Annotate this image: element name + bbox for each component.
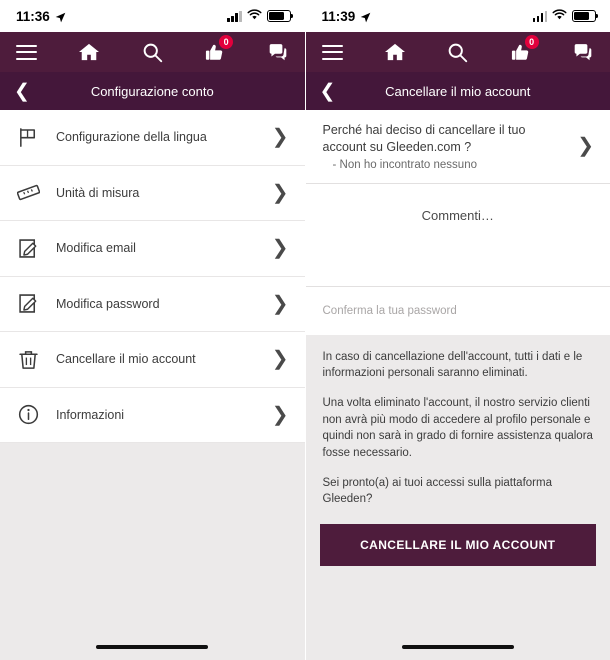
- back-chevron-icon[interactable]: ❮: [320, 82, 342, 101]
- password-placeholder: Conferma la tua password: [322, 304, 457, 317]
- deletion-info-block: In caso di cancellazione dell'account, t…: [305, 334, 610, 519]
- sidebar-item-language[interactable]: Configurazione della lingua ❯: [0, 110, 305, 166]
- likes-badge: 0: [524, 34, 539, 49]
- edit-email-icon: [17, 237, 49, 260]
- status-time: 11:39: [321, 8, 356, 24]
- location-arrow-icon: [360, 11, 371, 22]
- status-right: [227, 7, 293, 25]
- chevron-right-icon: ❯: [271, 126, 289, 149]
- status-left: 11:39: [322, 9, 372, 24]
- page-header: ❮ Configurazione conto: [0, 72, 305, 110]
- battery-icon: [572, 10, 599, 22]
- sidebar-item-label: Unità di misura: [56, 185, 140, 200]
- location-arrow-icon: [55, 11, 66, 22]
- sidebar-item-label: Informazioni: [56, 407, 125, 422]
- top-navigation-bar: 0: [305, 32, 610, 72]
- status-left: 11:36: [16, 9, 66, 24]
- home-icon[interactable]: [384, 42, 406, 62]
- info-paragraph: Una volta eliminato l'account, il nostro…: [322, 397, 593, 460]
- chevron-right-icon: ❯: [271, 237, 289, 260]
- status-bar: 11:36: [0, 0, 305, 32]
- chat-bubble-icon[interactable]: [267, 42, 289, 63]
- home-indicator: [96, 644, 209, 649]
- deletion-reason-text: Perché hai deciso di cancellare il tuo a…: [323, 122, 578, 171]
- sidebar-item-label: Modifica email: [56, 241, 136, 256]
- phone-screen-settings: 11:36 0 ❮ Configurazione conto Configura…: [0, 0, 306, 660]
- home-indicator: [401, 644, 514, 649]
- chevron-right-icon: ❯: [271, 292, 289, 315]
- comment-placeholder: Commenti…: [421, 207, 494, 223]
- sidebar-item-units[interactable]: Unità di misura ❯: [0, 165, 305, 221]
- chevron-right-icon[interactable]: ❯: [577, 136, 596, 156]
- thumbs-up-icon[interactable]: 0: [510, 34, 539, 63]
- sidebar-item-edit-password[interactable]: Modifica password ❯: [0, 276, 305, 332]
- ruler-icon: [17, 181, 49, 204]
- home-icon[interactable]: [78, 42, 100, 62]
- cellular-signal-icon: [532, 10, 547, 22]
- hamburger-menu-icon[interactable]: [16, 44, 37, 60]
- top-navigation-bar: 0: [0, 32, 305, 72]
- deletion-reason-row[interactable]: Perché hai deciso di cancellare il tuo a…: [305, 110, 610, 184]
- deletion-reason-question: Perché hai deciso di cancellare il tuo a…: [322, 123, 526, 154]
- chevron-right-icon: ❯: [271, 181, 289, 204]
- info-icon: [17, 403, 49, 426]
- deletion-reason-answer: - Non ho incontrato nessuno: [332, 158, 477, 171]
- edit-password-icon: [17, 292, 49, 315]
- likes-badge: 0: [219, 34, 234, 49]
- page-title: Cancellare il mio account: [385, 83, 531, 99]
- sidebar-item-info[interactable]: Informazioni ❯: [0, 387, 305, 443]
- sidebar-item-delete-account[interactable]: Cancellare il mio account ❯: [0, 332, 305, 388]
- status-bar: 11:39: [305, 0, 610, 32]
- back-chevron-icon[interactable]: ❮: [14, 82, 36, 101]
- settings-list: Configurazione della lingua ❯ Unità di m…: [0, 110, 305, 443]
- wifi-icon: [552, 7, 567, 25]
- sidebar-item-label: Configurazione della lingua: [56, 130, 207, 145]
- battery-icon: [266, 10, 293, 22]
- password-field[interactable]: Conferma la tua password: [305, 286, 610, 335]
- info-paragraph: In caso di cancellazione dell'account, t…: [322, 350, 583, 380]
- sidebar-item-label: Modifica password: [56, 296, 160, 311]
- cellular-signal-icon: [227, 10, 242, 22]
- dual-phone-screenshot: 11:36 0 ❮ Configurazione conto Configura…: [0, 0, 610, 660]
- sidebar-item-label: Cancellare il mio account: [56, 352, 196, 367]
- status-right: [532, 7, 599, 25]
- page-header: ❮ Cancellare il mio account: [305, 72, 610, 110]
- info-paragraph: Sei pronto(a) ai tuoi accessi sulla piat…: [322, 476, 552, 506]
- chevron-right-icon: ❯: [271, 348, 289, 371]
- flag-icon: [17, 126, 49, 149]
- search-icon[interactable]: [447, 42, 468, 63]
- sidebar-item-edit-email[interactable]: Modifica email ❯: [0, 221, 305, 277]
- hamburger-menu-icon[interactable]: [321, 44, 343, 60]
- phone-screen-delete-account: 11:39 0 ❮ Cancellare il mio account Perc…: [305, 0, 610, 660]
- delete-account-button[interactable]: CANCELLARE IL MIO ACCOUNT: [319, 524, 596, 567]
- chevron-right-icon: ❯: [271, 403, 289, 426]
- search-icon[interactable]: [142, 42, 163, 63]
- thumbs-up-icon[interactable]: 0: [204, 34, 234, 63]
- comment-field[interactable]: Commenti…: [305, 183, 610, 287]
- chat-bubble-icon[interactable]: [572, 42, 594, 63]
- trash-icon: [17, 348, 49, 371]
- wifi-icon: [247, 7, 262, 25]
- page-title: Configurazione conto: [90, 83, 214, 99]
- status-time: 11:36: [16, 8, 50, 24]
